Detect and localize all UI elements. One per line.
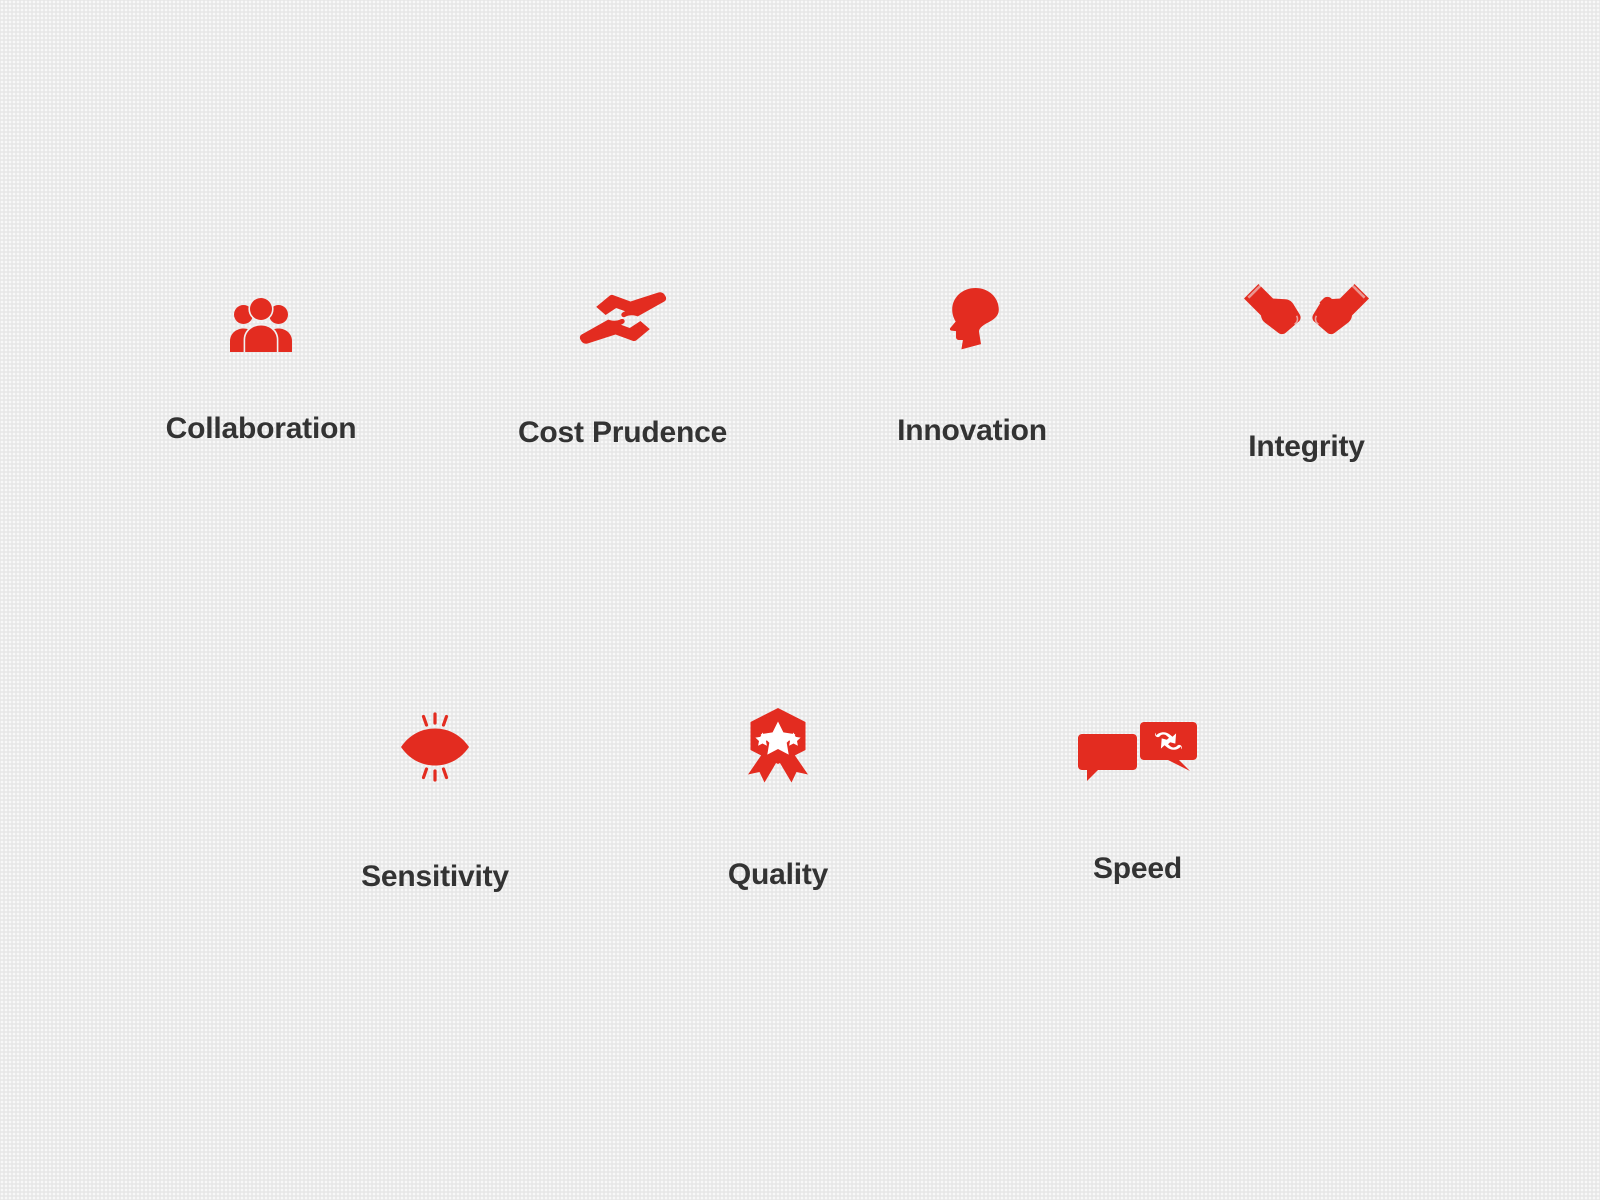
value-label-cost-prudence: Cost Prudence — [517, 416, 728, 449]
value-label-innovation: Innovation — [897, 414, 1047, 447]
head-profile-icon — [943, 288, 1001, 350]
value-card-collaboration[interactable]: Collaboration — [161, 296, 361, 444]
eye-with-lashes-icon — [399, 712, 471, 782]
value-card-integrity[interactable]: Integrity — [1244, 270, 1369, 462]
core-values-board: Collaboration Cost Prudence Innovation I… — [0, 0, 1600, 1200]
value-card-innovation[interactable]: Innovation — [894, 288, 1050, 446]
value-label-collaboration: Collaboration — [165, 412, 357, 445]
value-label-integrity: Integrity — [1248, 430, 1365, 463]
value-card-cost-prudence[interactable]: Cost Prudence — [515, 290, 730, 448]
value-label-quality: Quality — [727, 858, 829, 891]
value-card-sensitivity[interactable]: Sensitivity — [359, 712, 511, 893]
two-hands-exchange-icon — [579, 290, 666, 346]
group-of-people-icon — [230, 296, 292, 352]
chat-bubbles-sync-icon — [1075, 722, 1200, 782]
fist-bump-icon — [1244, 270, 1369, 348]
value-label-sensitivity: Sensitivity — [361, 860, 509, 893]
value-card-quality[interactable]: Quality — [726, 708, 830, 890]
value-card-speed[interactable]: Speed — [1078, 722, 1197, 885]
value-label-speed: Speed — [1092, 852, 1183, 885]
award-badge-star-icon — [745, 708, 811, 783]
